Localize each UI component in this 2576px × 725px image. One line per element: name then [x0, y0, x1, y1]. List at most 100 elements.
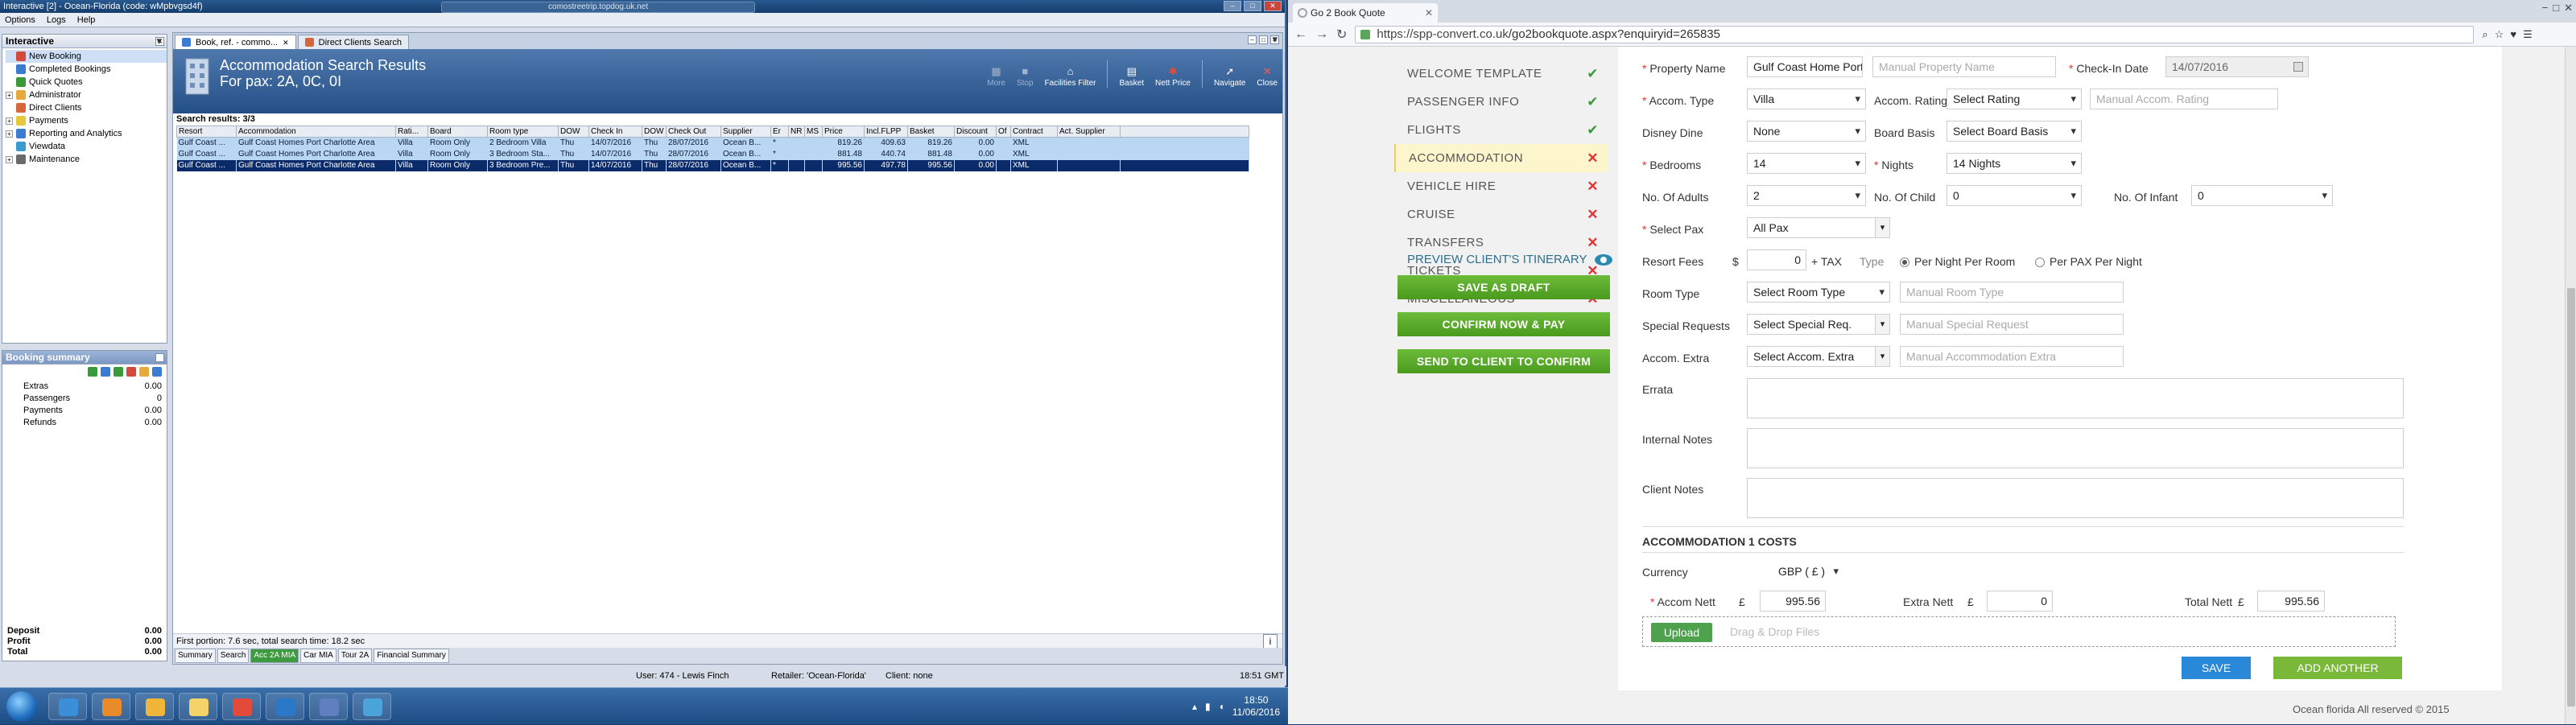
taskbar-app-button[interactable]: [309, 693, 348, 720]
tree-item[interactable]: + Maintenance: [6, 153, 167, 166]
property-name-input[interactable]: Gulf Coast Home Port C: [1747, 56, 1863, 77]
menu-icon[interactable]: ☰: [2523, 28, 2533, 41]
navigate-button[interactable]: ➚ Navigate: [1214, 66, 1245, 89]
minimize-button[interactable]: −: [2542, 2, 2549, 14]
address-bar[interactable]: https://spp-convert.co.uk/go2bookquote.a…: [1355, 25, 2475, 43]
info-icon[interactable]: [152, 367, 162, 377]
room-type-select[interactable]: Select Room Type: [1747, 282, 1890, 303]
column-header[interactable]: Discount: [954, 126, 997, 138]
step-flights[interactable]: FLIGHTS ✔: [1394, 116, 1608, 144]
menu-logs[interactable]: Logs: [47, 13, 66, 27]
step-cruise[interactable]: CRUISE ✕: [1394, 200, 1608, 229]
back-icon[interactable]: ←: [1294, 27, 1307, 42]
component-tab[interactable]: Tour 2A: [337, 649, 373, 663]
internal-notes-textarea[interactable]: [1747, 428, 2404, 468]
errata-textarea[interactable]: [1747, 378, 2404, 418]
save-as-draft-button[interactable]: SAVE AS DRAFT: [1397, 275, 1610, 299]
column-header[interactable]: DOW: [558, 126, 589, 138]
tree-item[interactable]: Quick Quotes: [6, 76, 167, 89]
per-pax-per-night-radio[interactable]: Per PAX Per Night: [2035, 255, 2142, 268]
taskbar-app-button[interactable]: [222, 693, 261, 720]
table-row[interactable]: Gulf Coast ... Gulf Coast Homes Port Char…: [176, 159, 1249, 171]
maximize-button[interactable]: □: [1244, 1, 1261, 11]
close-icon[interactable]: ✕: [155, 353, 164, 362]
info-icon[interactable]: i: [1263, 634, 1278, 649]
column-header[interactable]: Check In: [588, 126, 642, 138]
minimize-button[interactable]: –: [1224, 1, 1241, 11]
step-welcome-template[interactable]: WELCOME TEMPLATE ✔: [1394, 60, 1608, 88]
basket-button[interactable]: ▤ Basket: [1119, 66, 1144, 89]
manual-room-type-input[interactable]: Manual Room Type: [1900, 282, 2124, 303]
maximize-button[interactable]: □: [2553, 2, 2559, 14]
start-button[interactable]: [6, 691, 37, 722]
column-header[interactable]: Basket: [907, 126, 955, 138]
total-nett-input[interactable]: 995.56: [2257, 591, 2325, 612]
accom-type-select[interactable]: Villa: [1747, 89, 1866, 109]
column-header[interactable]: Board: [427, 126, 488, 138]
resort-fees-input[interactable]: 0: [1747, 249, 1806, 270]
calendar-icon[interactable]: [2293, 62, 2303, 72]
currency-select[interactable]: GBP ( £ ): [1773, 562, 1843, 583]
step-passenger-info[interactable]: PASSENGER INFO ✔: [1394, 88, 1608, 116]
scroll-thumb[interactable]: [2567, 288, 2575, 706]
tab-direct-clients[interactable]: Direct Clients Search: [297, 35, 409, 49]
nights-select[interactable]: 14 Nights: [1946, 153, 2082, 174]
client-notes-textarea[interactable]: [1747, 478, 2404, 518]
tree-item[interactable]: New Booking: [6, 50, 167, 63]
stop-button[interactable]: ■ Stop: [1017, 66, 1034, 89]
menu-help[interactable]: Help: [77, 13, 96, 27]
taskbar-app-button[interactable]: [92, 693, 130, 720]
expand-icon[interactable]: +: [6, 130, 13, 138]
refresh-icon[interactable]: [101, 367, 110, 377]
taskbar-app-button[interactable]: [48, 693, 87, 720]
column-header[interactable]: Incl.FLPP: [864, 126, 908, 138]
clock[interactable]: 18:50 11/06/2016: [1232, 694, 1280, 719]
extension-icon[interactable]: ♥: [2510, 28, 2516, 41]
delete-icon[interactable]: [126, 367, 136, 377]
column-header[interactable]: Check Out: [666, 126, 721, 138]
nett-price-button[interactable]: ✱ Nett Price: [1155, 66, 1191, 89]
expand-icon[interactable]: +: [6, 155, 13, 163]
accom-rating-select[interactable]: Select Rating: [1946, 89, 2082, 109]
taskbar-app-button[interactable]: [266, 693, 304, 720]
reload-icon[interactable]: ↻: [1336, 27, 1347, 43]
column-header[interactable]: Contract: [1010, 126, 1058, 138]
tree-item[interactable]: Completed Bookings: [6, 63, 167, 76]
save-button[interactable]: SAVE: [2182, 657, 2251, 679]
step-vehicle-hire[interactable]: VEHICLE HIRE ✕: [1394, 172, 1608, 200]
tree-item[interactable]: Viewdata: [6, 140, 167, 153]
manual-special-request-input[interactable]: Manual Special Request: [1900, 314, 2124, 335]
column-header[interactable]: Room type: [487, 126, 559, 138]
taskbar-app-button[interactable]: [135, 693, 174, 720]
column-header[interactable]: DOW: [642, 126, 667, 138]
component-tab[interactable]: Acc 2A MIA: [250, 649, 299, 663]
restore-icon[interactable]: □: [1259, 35, 1268, 44]
more-button[interactable]: ▦ More: [987, 66, 1005, 89]
page-scrollbar[interactable]: [2565, 47, 2576, 724]
column-header[interactable]: MS: [804, 126, 823, 138]
column-header[interactable]: Price: [822, 126, 865, 138]
component-tab[interactable]: Car MIA: [300, 649, 336, 663]
file-dropzone[interactable]: Upload Drag & Drop Files: [1642, 616, 2396, 647]
close-button[interactable]: ✕ Close: [1257, 66, 1278, 89]
upload-button[interactable]: Upload: [1651, 623, 1712, 642]
component-tab[interactable]: Financial Summary: [374, 649, 449, 663]
preview-itinerary-link[interactable]: PREVIEW CLIENT'S ITINERARY: [1407, 253, 1613, 266]
manual-property-name-input[interactable]: Manual Property Name: [1872, 56, 2056, 77]
tree-item[interactable]: + Payments: [6, 114, 167, 127]
tab-booking[interactable]: Book, ref. - commo... ✕: [175, 35, 296, 49]
close-window-button[interactable]: ✕: [2564, 2, 2573, 14]
tree-item[interactable]: + Reporting and Analytics: [6, 127, 167, 140]
manual-accommodation-extra-input[interactable]: Manual Accommodation Extra: [1900, 346, 2124, 367]
disney-dine-select[interactable]: None: [1747, 121, 1866, 142]
accom-extra-select[interactable]: Select Accom. Extra ▾: [1747, 346, 1890, 367]
close-icon[interactable]: ✕: [283, 35, 289, 50]
up-icon[interactable]: [139, 367, 149, 377]
expand-icon[interactable]: +: [6, 117, 13, 125]
column-header[interactable]: Of: [996, 126, 1011, 138]
checkin-date-input[interactable]: 14/07/2016: [2165, 56, 2309, 77]
board-basis-select[interactable]: Select Board Basis: [1946, 121, 2082, 142]
column-header[interactable]: NR: [788, 126, 805, 138]
facilities-filter-button[interactable]: ⌂ Facilities Filter: [1045, 66, 1096, 89]
extra-nett-input[interactable]: 0: [1987, 591, 2053, 612]
